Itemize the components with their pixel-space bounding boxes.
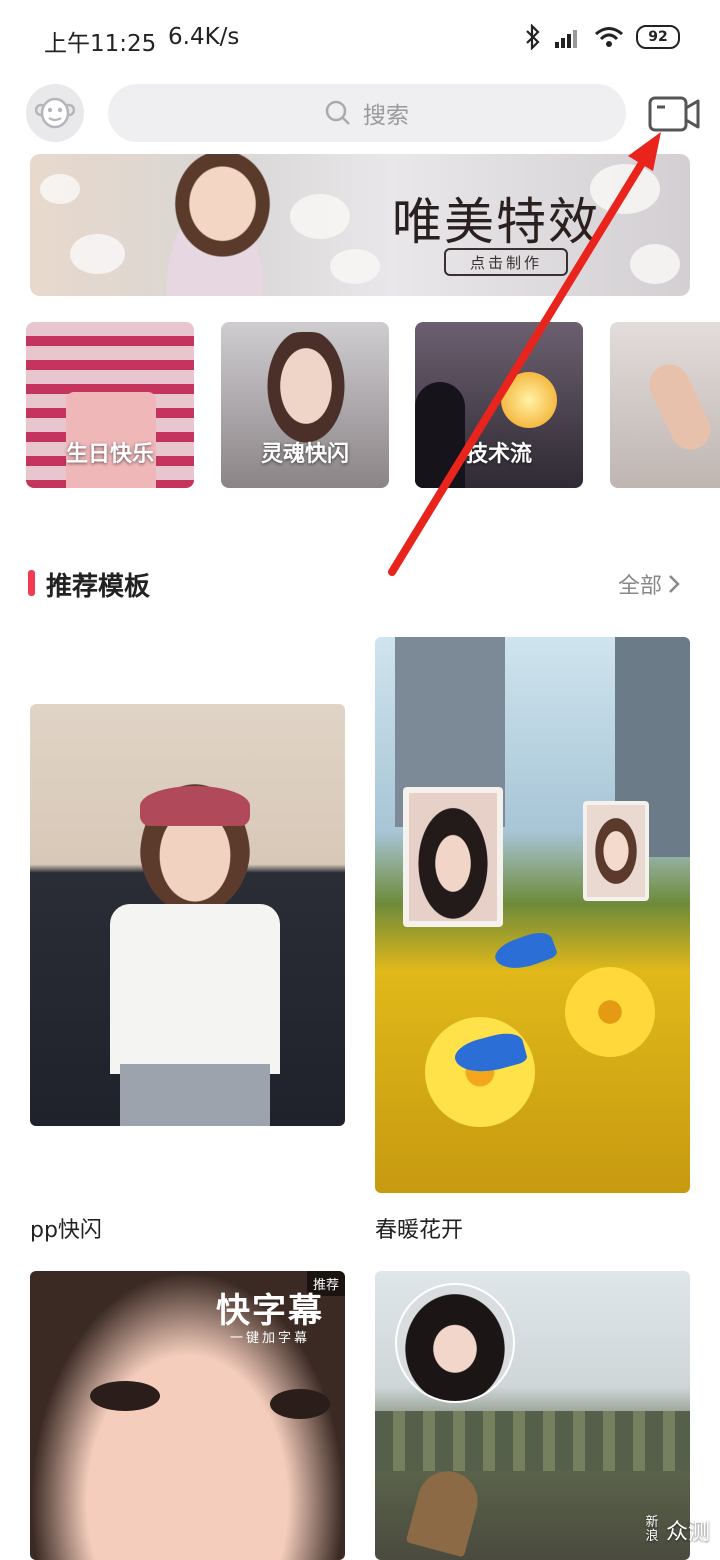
section-title: 推荐模板 [46,572,151,602]
monkey-avatar-icon [35,97,75,129]
category-card-soul-flash[interactable]: 灵魂快闪 [221,322,389,488]
template-overlay-title: 快字幕 [216,1291,324,1331]
see-all-link[interactable]: 全部 [618,568,680,600]
banner-model-image [140,154,290,296]
template-name: pp快闪 [30,1218,102,1243]
watermark-big: 众测 [665,1520,710,1545]
category-carousel[interactable]: 生日快乐 灵魂快闪 技术流 趣味 [26,322,720,488]
section-accent-bar [28,570,35,596]
template-card-spring-flowers[interactable] [375,637,690,1193]
search-placeholder: 搜索 [363,103,409,129]
battery-indicator: 92 [636,25,680,49]
category-card-tech-flow[interactable]: 技术流 [415,322,583,488]
category-card-fun[interactable]: 趣味 [610,322,720,488]
template-card-pp-flash[interactable] [30,704,345,1126]
template-overlay-subtitle: 一键加字幕 [230,1331,311,1346]
banner-title: 唯美特效 [392,193,600,251]
template-name: 春暖花开 [375,1218,464,1243]
search-bar[interactable]: 搜索 [108,84,626,142]
watermark-small: 新浪 [645,1515,659,1544]
category-label: 技术流 [465,442,532,467]
category-label: 趣味 [650,436,720,468]
category-card-birthday[interactable]: 生日快乐 [26,322,194,488]
see-all-label: 全部 [617,574,662,599]
chevron-right-icon [669,575,680,593]
category-label: 生日快乐 [65,442,154,467]
wifi-icon [595,27,623,47]
network-speed: 6.4K/s [168,24,240,50]
avatar-button[interactable] [26,84,84,142]
bluetooth-icon [526,24,540,50]
category-label: 灵魂快闪 [260,442,349,467]
template-card-landscape[interactable] [375,1271,690,1560]
template-card-quick-subtitle[interactable]: 推荐 快字幕 一键加字幕 [30,1271,345,1560]
banner-make-button[interactable]: 点击制作 [444,248,568,276]
status-time: 上午11:25 [44,31,157,57]
record-video-icon[interactable] [648,94,700,134]
battery-level: 92 [648,29,668,45]
search-icon [325,100,350,125]
signal-icon [555,30,577,48]
status-bar: 上午11:25 6.4K/s 92 [0,0,720,80]
watermark: 新浪 众测 [644,1514,710,1546]
status-icons: 92 [524,24,680,50]
promo-banner[interactable]: 唯美特效 点击制作 [30,154,690,296]
